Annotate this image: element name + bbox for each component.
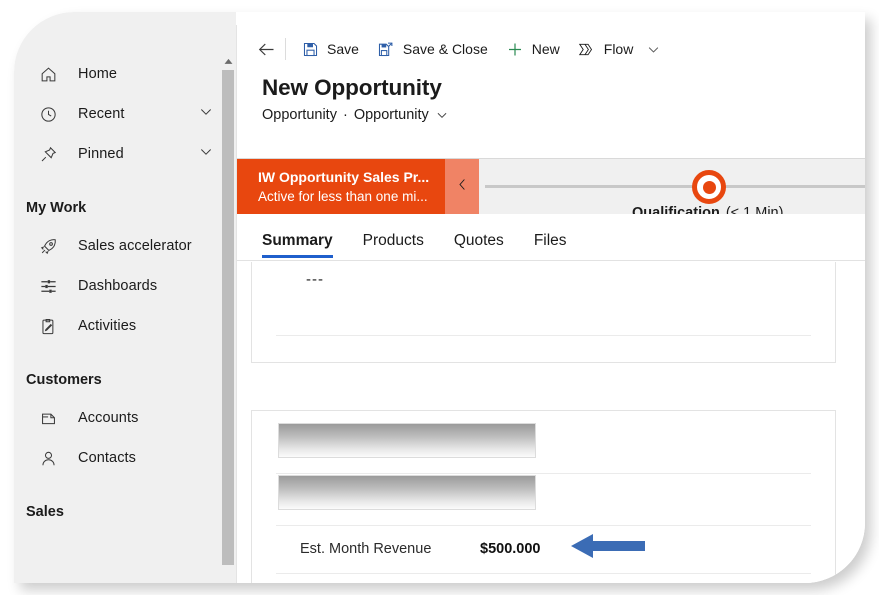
sidebar-scrollbar-thumb[interactable] — [222, 70, 234, 565]
dashboard-icon — [36, 275, 60, 297]
redacted-field-1[interactable] — [278, 423, 536, 458]
new-button-label: New — [531, 41, 560, 57]
home-icon — [36, 63, 60, 85]
process-name: IW Opportunity Sales Pr... — [258, 169, 430, 185]
clock-icon — [36, 103, 60, 125]
field-divider — [276, 573, 811, 574]
form-tabs: Summary Products Quotes Files — [237, 214, 865, 261]
active-stage-icon[interactable] — [692, 170, 726, 204]
account-icon — [36, 407, 60, 429]
sidebar-group-header-my-work: My Work — [26, 200, 87, 216]
sidebar-top-group: Home Recent Pinned — [14, 54, 236, 174]
new-button[interactable]: New — [497, 32, 569, 66]
sidebar-item-pinned[interactable]: Pinned — [14, 134, 236, 174]
save-and-close-button-label: Save & Close — [402, 41, 488, 57]
save-and-close-button[interactable]: Save & Close — [368, 32, 497, 66]
tab-quotes[interactable]: Quotes — [454, 232, 504, 260]
save-icon — [301, 40, 319, 58]
sidebar-item-sales-accelerator[interactable]: Sales accelerator — [14, 226, 236, 266]
flow-chevron-down-icon[interactable] — [642, 34, 664, 64]
command-bar: Save Save & Close New Flow — [237, 25, 865, 73]
sidebar-item-activities[interactable]: Activities — [14, 306, 236, 346]
sidebar-item-label: Home — [78, 66, 118, 82]
breadcrumb: Opportunity · Opportunity — [262, 104, 865, 126]
flow-button[interactable]: Flow — [569, 32, 643, 66]
back-arrow-icon[interactable] — [251, 34, 281, 64]
breadcrumb-separator: · — [342, 107, 348, 123]
save-button-label: Save — [327, 41, 359, 57]
process-name-block[interactable]: IW Opportunity Sales Pr... Active for le… — [237, 159, 445, 215]
est-month-revenue-label: Est. Month Revenue — [300, 541, 432, 557]
sidebar-item-label: Contacts — [78, 450, 137, 466]
process-progress-line — [485, 185, 865, 188]
breadcrumb-form[interactable]: Opportunity — [354, 104, 429, 126]
chevron-down-icon[interactable] — [198, 104, 214, 125]
sidebar: Home Recent Pinned My Work Sales acceler… — [14, 12, 236, 583]
process-status: Active for less than one mi... — [258, 189, 428, 204]
field-divider — [276, 473, 811, 474]
app-window: Home Recent Pinned My Work Sales acceler… — [14, 12, 865, 583]
form-section-card: Est. Month Revenue $500.000 — [251, 410, 836, 583]
pin-icon — [36, 143, 60, 165]
breadcrumb-entity: Opportunity — [262, 107, 337, 123]
toolbar-divider — [285, 38, 286, 60]
sidebar-item-label: Dashboards — [78, 278, 158, 294]
field-divider — [276, 525, 811, 526]
sidebar-item-label: Pinned — [78, 146, 124, 162]
save-close-icon — [377, 40, 395, 58]
page-title: New Opportunity — [262, 75, 442, 100]
sidebar-item-label: Recent — [78, 106, 125, 122]
redacted-field-2[interactable] — [278, 475, 536, 510]
sidebar-item-label: Activities — [78, 318, 137, 334]
form-section-card: --- — [251, 262, 836, 363]
clipboard-icon — [36, 315, 60, 337]
save-button[interactable]: Save — [292, 32, 368, 66]
form-selector-chevron-down-icon[interactable] — [435, 108, 449, 122]
sidebar-item-contacts[interactable]: Contacts — [14, 438, 236, 478]
process-collapse-button[interactable] — [445, 159, 479, 215]
form-content-area: --- Est. Month Revenue $500.000 — [237, 262, 865, 583]
tab-files[interactable]: Files — [534, 232, 567, 260]
app-window-inner: Home Recent Pinned My Work Sales acceler… — [14, 12, 865, 583]
tab-products[interactable]: Products — [363, 232, 424, 260]
main-panel: Save Save & Close New Flow New Opportuni… — [236, 25, 865, 583]
flow-icon — [578, 40, 596, 58]
field-divider — [276, 335, 811, 336]
sidebar-item-label: Sales accelerator — [78, 238, 192, 254]
sidebar-item-home[interactable]: Home — [14, 54, 236, 94]
empty-field-value: --- — [306, 271, 324, 288]
est-month-revenue-value[interactable]: $500.000 — [480, 541, 540, 557]
est-month-revenue-row: Est. Month Revenue $500.000 — [252, 535, 835, 563]
chevron-down-icon[interactable] — [198, 144, 214, 165]
title-block: New Opportunity Opportunity · Opportunit… — [237, 73, 865, 135]
sidebar-scrollbar[interactable] — [220, 54, 236, 583]
rocket-icon — [36, 235, 60, 257]
chevron-left-icon — [455, 176, 470, 198]
sidebar-item-label: Accounts — [78, 410, 139, 426]
flow-button-label: Flow — [603, 41, 634, 57]
sidebar-item-recent[interactable]: Recent — [14, 94, 236, 134]
person-icon — [36, 447, 60, 469]
scroll-up-arrow-icon[interactable] — [220, 54, 236, 68]
sidebar-item-accounts[interactable]: Accounts — [14, 398, 236, 438]
sidebar-group-header-sales: Sales — [26, 504, 64, 520]
sidebar-item-dashboards[interactable]: Dashboards — [14, 266, 236, 306]
sidebar-group-header-customers: Customers — [26, 372, 102, 388]
tab-summary[interactable]: Summary — [262, 232, 333, 260]
plus-icon — [506, 40, 524, 58]
